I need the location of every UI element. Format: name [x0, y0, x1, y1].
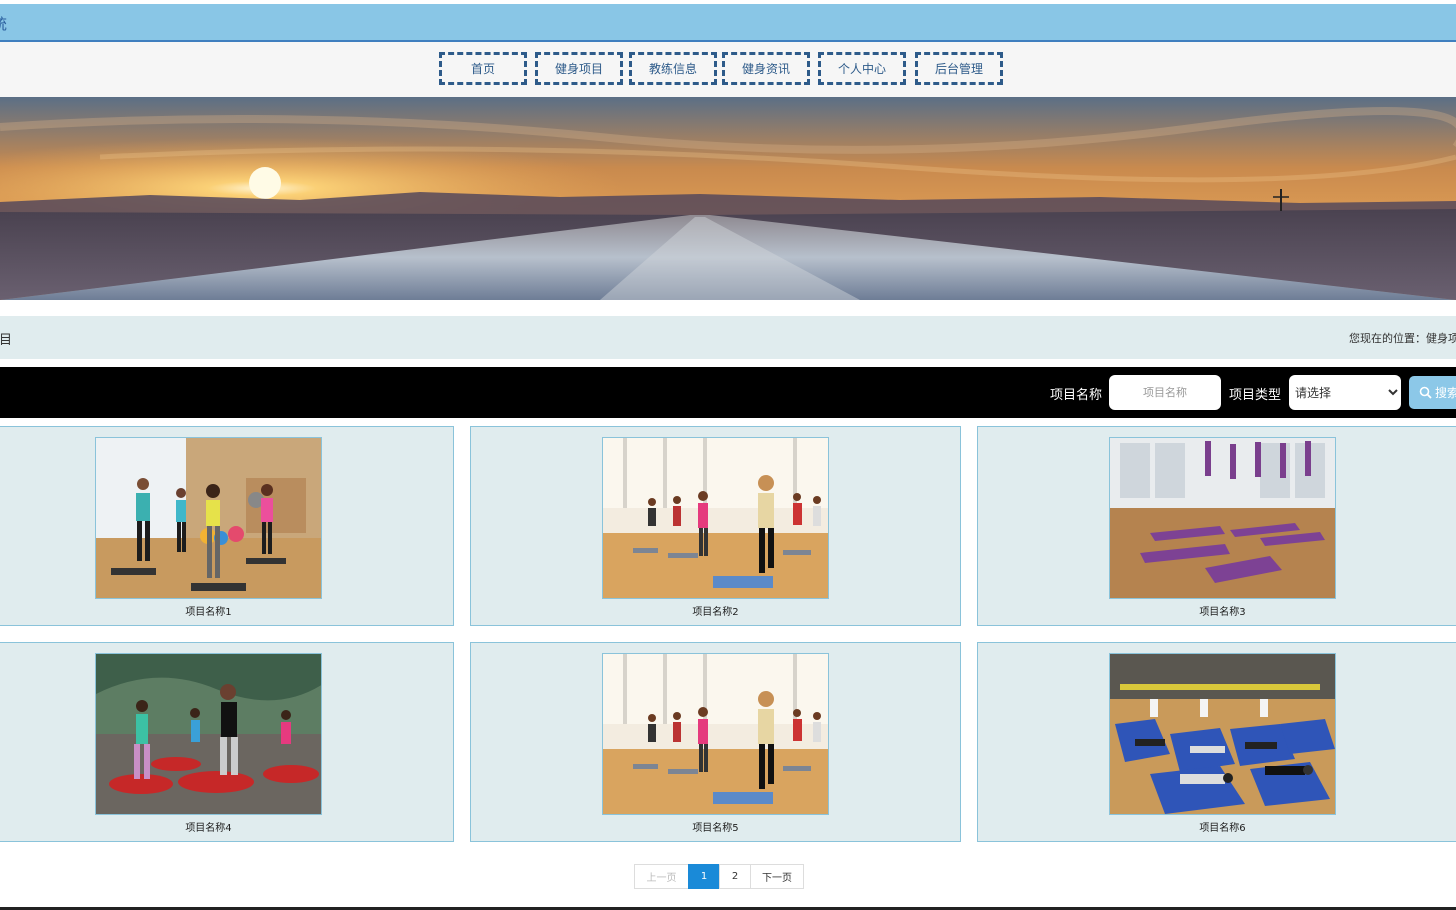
project-name: 项目名称4: [185, 823, 232, 834]
project-type-select[interactable]: 请选择: [1289, 375, 1401, 410]
nav-item-fitness-news[interactable]: 健身资讯: [722, 52, 810, 85]
project-card[interactable]: 项目名称3: [977, 426, 1456, 626]
banner-carousel[interactable]: [0, 97, 1456, 300]
top-title-bar: 统: [0, 4, 1456, 42]
nav-item-admin[interactable]: 后台管理: [915, 52, 1003, 85]
prev-page-button[interactable]: 上一页: [634, 864, 689, 889]
breadcrumb-current-link[interactable]: 健身项: [1426, 332, 1456, 345]
page-button-2[interactable]: 2: [719, 864, 751, 889]
nav-item-home[interactable]: 首页: [439, 52, 527, 85]
project-name: 项目名称2: [692, 607, 739, 618]
project-card[interactable]: 项目名称6: [977, 642, 1456, 842]
project-image: [1109, 437, 1336, 599]
nav-item-coach-info[interactable]: 教练信息: [629, 52, 717, 85]
project-card[interactable]: 项目名称1: [0, 426, 454, 626]
nav-item-fitness-projects[interactable]: 健身项目: [535, 52, 623, 85]
project-image: [95, 653, 322, 815]
project-card[interactable]: 项目名称2: [470, 426, 961, 626]
pagination: 上一页 1 2 下一页: [634, 864, 804, 889]
project-name: 项目名称6: [1199, 823, 1246, 834]
step-class-image: [603, 654, 828, 814]
project-image: [1109, 653, 1336, 815]
section-title: 项目: [0, 333, 13, 348]
project-name: 项目名称3: [1199, 607, 1246, 618]
main-nav: 首页 健身项目 教练信息 健身资讯 个人中心 后台管理: [0, 42, 1456, 97]
project-name-input[interactable]: [1109, 375, 1221, 410]
project-card[interactable]: 项目名称5: [470, 642, 961, 842]
project-image: [95, 437, 322, 599]
search-button[interactable]: 搜索: [1409, 376, 1456, 409]
page-button-1[interactable]: 1: [688, 864, 720, 889]
project-name-label: 项目名称: [1050, 388, 1103, 403]
project-name: 项目名称1: [185, 607, 232, 618]
project-type-label: 项目类型: [1229, 388, 1282, 403]
search-icon: [1419, 386, 1432, 399]
search-bar: 项目名称 项目类型 请选择 搜索: [0, 367, 1456, 418]
step-aerobics-image: [96, 438, 321, 598]
trampoline-image: [96, 654, 321, 814]
site-title: 统: [0, 13, 7, 34]
plank-hall-image: [1110, 654, 1335, 814]
project-image: [602, 653, 829, 815]
search-button-label: 搜索: [1435, 386, 1456, 400]
project-card[interactable]: 项目名称4: [0, 642, 454, 842]
breadcrumb: 您现在的位置：健身项: [1349, 330, 1456, 346]
nav-item-personal-center[interactable]: 个人中心: [818, 52, 906, 85]
banner-image: [0, 97, 1456, 300]
project-image: [602, 437, 829, 599]
yoga-studio-image: [1110, 438, 1335, 598]
breadcrumb-bar: 项目 您现在的位置：健身项: [0, 316, 1456, 359]
project-name: 项目名称5: [692, 823, 739, 834]
next-page-button[interactable]: 下一页: [750, 864, 804, 889]
step-class-image: [603, 438, 828, 598]
page: 统 首页 健身项目 教练信息 健身资讯 个人中心 后台管理: [0, 0, 1456, 910]
breadcrumb-prefix: 您现在的位置：: [1349, 332, 1426, 345]
